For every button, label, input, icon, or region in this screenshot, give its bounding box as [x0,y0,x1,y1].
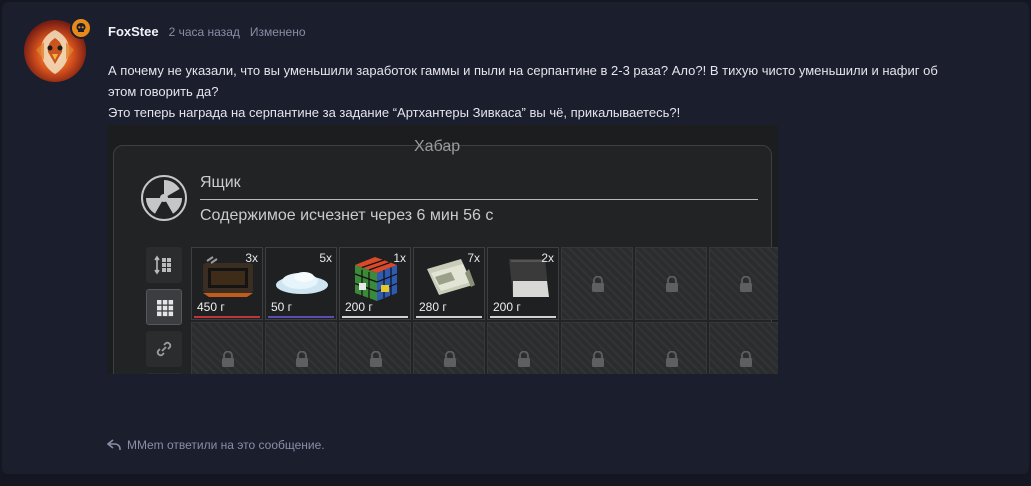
inventory-slot-locked[interactable] [561,322,633,374]
chain-icon [156,341,172,357]
reply-notice[interactable]: MMem ответили на это сообщение. [107,438,325,452]
inventory-grid: 3x 450 г 5x 50 г 1x 200 г 7x 280 г 2x 20… [191,247,778,374]
item-quantity: 2x [541,251,554,265]
inventory-slot-item[interactable]: 3x 450 г [191,247,263,320]
username[interactable]: FoxStee [108,24,159,39]
radiation-icon [141,175,187,221]
inventory-slot-item[interactable]: 7x 280 г [413,247,485,320]
item-price: 50 г [271,300,293,314]
sort-icon [154,255,171,275]
lock-icon [222,351,234,367]
lock-icon [592,351,604,367]
reply-text[interactable]: MMem ответили на это сообщение. [127,438,325,452]
lock-icon [370,351,382,367]
item-price: 200 г [493,300,521,314]
item-quantity: 1x [393,251,406,265]
user-badge [70,17,92,39]
post-text-line: этом говорить да? [108,84,219,99]
loot-box-window: Хабар Ящик Содержимое исчезнет через 6 м… [113,138,778,374]
edited-label[interactable]: Изменено [250,25,306,39]
inventory-slot-locked[interactable] [487,322,559,374]
inventory-slot-locked[interactable] [635,247,707,320]
inventory-slot-locked[interactable] [709,247,778,320]
lock-icon [592,276,604,292]
sort-button[interactable] [146,247,182,283]
attached-screenshot[interactable]: Хабар Ящик Содержимое исчезнет через 6 м… [107,125,778,374]
inventory-slot-item[interactable]: 1x 200 г [339,247,411,320]
link-button[interactable] [146,331,182,367]
lock-icon [740,351,752,367]
box-expiry: Содержимое исчезнет через 6 мин 56 с [200,207,494,224]
inventory-slot-locked[interactable] [339,322,411,374]
inventory-slot-locked[interactable] [709,322,778,374]
tool-button[interactable] [146,373,182,374]
item-price: 200 г [345,300,373,314]
inventory-slot-item[interactable]: 5x 50 г [265,247,337,320]
grid-icon [157,300,174,317]
window-title: Хабар [414,138,461,155]
lock-icon [666,276,678,292]
grid-view-button[interactable] [146,289,182,325]
inventory-slot-locked[interactable] [265,322,337,374]
inventory-slot-locked[interactable] [413,322,485,374]
lock-icon [444,351,456,367]
inventory-slot-locked[interactable] [561,247,633,320]
item-quantity: 3x [245,251,258,265]
post-text-line: Это теперь награда на серпантине за зада… [108,105,681,120]
item-quantity: 5x [319,251,332,265]
inventory-slot-item[interactable]: 2x 200 г [487,247,559,320]
lock-icon [666,351,678,367]
post-text-line: А почему не указали, что вы уменьшили за… [108,63,938,78]
lock-icon [740,276,752,292]
item-price: 450 г [197,300,225,314]
title-divider [200,199,758,200]
inventory-slot-locked[interactable] [191,322,263,374]
reply-arrow-icon [107,439,121,450]
lock-icon [518,351,530,367]
inventory-sidebar [146,247,184,374]
inventory-slot-locked[interactable] [635,322,707,374]
box-title: Ящик [200,174,241,191]
post-header: FoxStee 2 часа назад Изменено [108,24,306,40]
rarity-bar [194,316,260,318]
rarity-bar [416,316,482,318]
rarity-bar [490,316,556,318]
post-text: А почему не указали, что вы уменьшили за… [108,60,1008,123]
item-quantity: 7x [467,251,480,265]
item-price: 280 г [419,300,447,314]
skull-icon [76,23,86,32]
rarity-bar [342,316,408,318]
rarity-bar [268,316,334,318]
lock-icon [296,351,308,367]
post-time[interactable]: 2 часа назад [169,25,240,39]
